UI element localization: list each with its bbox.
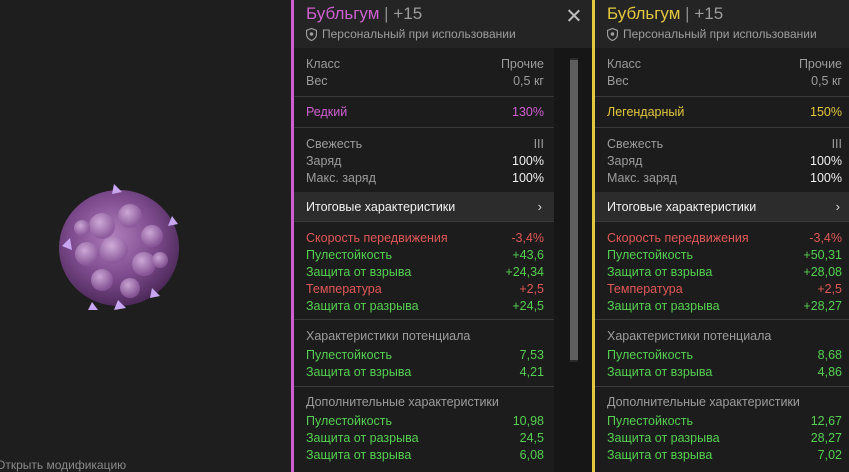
scrollbar[interactable] xyxy=(570,58,578,362)
class-value: Прочие xyxy=(500,57,544,71)
rarity-section: Легендарный 150% xyxy=(595,96,849,128)
item-title: Бубльгум | +15 xyxy=(306,4,422,24)
bubblegum-artifact-icon xyxy=(59,184,179,310)
max-charge-value: 100% xyxy=(810,171,842,185)
stat-row: Температура +2,5 xyxy=(607,282,842,296)
rarity-value: 150% xyxy=(810,105,842,119)
stat-row: Температура +2,5 xyxy=(306,282,544,296)
stat-row: Пулестойкость +43,6 xyxy=(306,248,544,262)
potential-stats-heading: Характеристики потенциала xyxy=(306,329,471,343)
stat-row: Пулестойкость +50,31 xyxy=(607,248,842,262)
class-label: Класс xyxy=(607,57,642,71)
stat-row: Пулестойкость 7,53 xyxy=(306,348,544,362)
item-preview: Открыть модификацию xyxy=(0,0,290,472)
scrollbar-thumb[interactable] xyxy=(570,60,578,360)
extra-stats-section: Дополнительные характеристики Пулестойко… xyxy=(294,386,554,472)
title-separator: | xyxy=(384,4,389,23)
panel-header: Бубльгум | +15 Персональный при использо… xyxy=(294,0,594,48)
chevron-right-icon: › xyxy=(835,199,840,214)
charge-value: 100% xyxy=(512,154,544,168)
stat-row: Защита от разрыва 28,27 xyxy=(607,431,842,445)
potential-stats-section: Характеристики потенциала Пулестойкость 8… xyxy=(595,320,849,387)
weight-label: Вес xyxy=(607,74,629,88)
item-name: Бубльгум xyxy=(306,4,380,23)
item-name: Бубльгум xyxy=(607,4,681,23)
summary-stats-list: Скорость передвижения -3,4% Пулестойкость… xyxy=(294,222,554,320)
panel-body: Класс Прочие Вес 0,5 кг Редкий 130% Свежест… xyxy=(294,48,554,472)
max-charge-value: 100% xyxy=(512,171,544,185)
potential-stats-heading: Характеристики потенциала xyxy=(607,329,772,343)
freshness-label: Свежесть xyxy=(607,137,664,151)
summary-stats-label: Итоговые характеристики xyxy=(306,199,456,214)
freshness-label: Свежесть xyxy=(306,137,363,151)
summary-stats-toggle[interactable]: Итоговые характеристики › xyxy=(595,192,849,222)
rarity-label: Редкий xyxy=(306,105,348,119)
open-modification-link[interactable]: Открыть модификацию xyxy=(0,458,126,472)
title-separator: | xyxy=(685,4,690,23)
stat-row: Защита от разрыва +28,27 xyxy=(607,299,842,313)
stat-row: Защита от взрыва 4,21 xyxy=(306,365,544,379)
stat-row: Пулестойкость 8,68 xyxy=(607,348,842,362)
binding-type: Персональный при использовании xyxy=(306,27,516,41)
max-charge-label: Макс. заряд xyxy=(306,171,376,185)
weight-value: 0,5 кг xyxy=(811,74,842,88)
state-section: Свежесть III Заряд 100% Макс. заряд 100% xyxy=(294,128,554,192)
weight-value: 0,5 кг xyxy=(513,74,544,88)
charge-label: Заряд xyxy=(306,154,342,168)
state-section: Свежесть III Заряд 100% Макс. заряд 100% xyxy=(595,128,849,192)
binding-type: Персональный при использовании xyxy=(607,27,817,41)
summary-stats-list: Скорость передвижения -3,4% Пулестойкость… xyxy=(595,222,849,320)
stat-row: Пулестойкость 10,98 xyxy=(306,414,544,428)
binding-type-label: Персональный при использовании xyxy=(322,27,516,41)
potential-stats-section: Характеристики потенциала Пулестойкость 7… xyxy=(294,320,554,387)
item-tooltip-panel-legendary: Бубльгум | +15 Персональный при использо… xyxy=(592,0,849,472)
stat-row: Скорость передвижения -3,4% xyxy=(306,231,544,245)
rarity-section: Редкий 130% xyxy=(294,96,554,128)
stat-row: Защита от взрыва +28,08 xyxy=(607,265,842,279)
freshness-value: III xyxy=(533,137,544,151)
panel-header: Бубльгум | +15 Персональный при использо… xyxy=(595,0,849,48)
stat-row: Защита от взрыва 7,02 xyxy=(607,448,842,462)
summary-stats-toggle[interactable]: Итоговые характеристики › xyxy=(294,192,554,222)
shield-icon xyxy=(306,28,317,41)
basic-info-section: Класс Прочие Вес 0,5 кг xyxy=(595,48,849,97)
chevron-right-icon: › xyxy=(537,199,542,214)
weight-label: Вес xyxy=(306,74,328,88)
stat-row: Пулестойкость 12,67 xyxy=(607,414,842,428)
stat-row: Защита от разрыва 24,5 xyxy=(306,431,544,445)
shield-icon xyxy=(607,28,618,41)
charge-value: 100% xyxy=(810,154,842,168)
rarity-label: Легендарный xyxy=(607,105,685,119)
class-value: Прочие xyxy=(798,57,842,71)
upgrade-level: +15 xyxy=(393,4,423,23)
charge-label: Заряд xyxy=(607,154,643,168)
upgrade-level: +15 xyxy=(694,4,724,23)
stat-row: Защита от разрыва +24,5 xyxy=(306,299,544,313)
item-tooltip-panel-rare: Бубльгум | +15 Персональный при использо… xyxy=(291,0,594,472)
extra-stats-heading: Дополнительные характеристики xyxy=(306,395,499,409)
stat-row: Защита от взрыва 4,86 xyxy=(607,365,842,379)
item-title: Бубльгум | +15 xyxy=(607,4,723,24)
extra-stats-heading: Дополнительные характеристики xyxy=(607,395,800,409)
stat-row: Защита от взрыва +24,34 xyxy=(306,265,544,279)
close-icon[interactable] xyxy=(568,9,580,21)
max-charge-label: Макс. заряд xyxy=(607,171,677,185)
rarity-value: 130% xyxy=(512,105,544,119)
freshness-value: III xyxy=(831,137,842,151)
summary-stats-label: Итоговые характеристики xyxy=(607,199,757,214)
stat-row: Скорость передвижения -3,4% xyxy=(607,231,842,245)
extra-stats-section: Дополнительные характеристики Пулестойко… xyxy=(595,386,849,472)
stat-row: Защита от взрыва 6,08 xyxy=(306,448,544,462)
binding-type-label: Персональный при использовании xyxy=(623,27,817,41)
panel-body: Класс Прочие Вес 0,5 кг Легендарный 150% Св… xyxy=(595,48,849,472)
class-label: Класс xyxy=(306,57,341,71)
basic-info-section: Класс Прочие Вес 0,5 кг xyxy=(294,48,554,97)
